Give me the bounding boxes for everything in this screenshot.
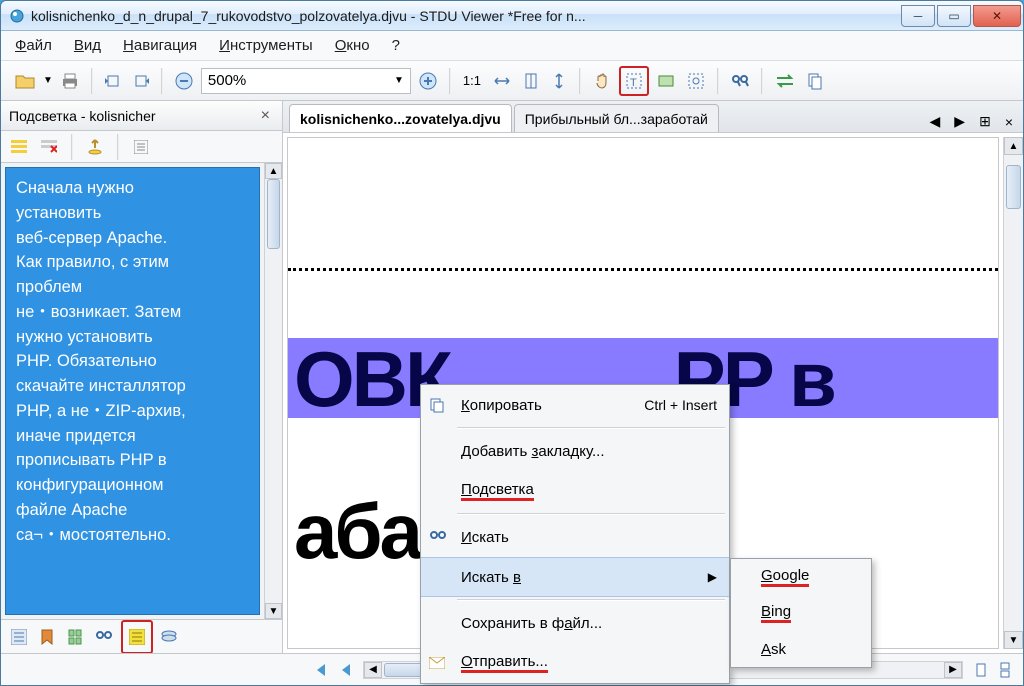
highlight-export-button[interactable] <box>83 134 107 160</box>
context-search-in[interactable]: Искать в ▶ <box>421 557 729 597</box>
sidebar-scrollbar[interactable]: ▲ ▼ <box>264 163 282 619</box>
highlight-delete-button[interactable] <box>37 134 61 160</box>
scroll-left-icon[interactable]: ◀ <box>364 662 382 678</box>
open-dropdown-icon[interactable]: ▼ <box>43 75 53 86</box>
scroll-right-icon[interactable]: ▶ <box>944 662 962 678</box>
main-toolbar: ▼ 500% ▼ 1:1 T <box>1 61 1023 101</box>
fit-page-button[interactable] <box>519 68 543 94</box>
copy-shortcut: Ctrl + Insert <box>644 397 717 413</box>
submenu-google[interactable]: Google <box>731 559 871 595</box>
select-region-tool-button[interactable] <box>653 68 679 94</box>
select-text-tool-button[interactable]: T <box>621 68 647 94</box>
submenu-ask[interactable]: Ask <box>731 631 871 667</box>
thumbnails-tab-button[interactable] <box>63 624 87 650</box>
tab-close-button[interactable]: × <box>1001 112 1017 132</box>
continuous-view-button[interactable] <box>993 657 1017 683</box>
tab-prev-button[interactable]: ◀ <box>926 111 945 132</box>
contents-tab-button[interactable] <box>7 624 31 650</box>
sync-button[interactable] <box>771 68 799 94</box>
rotate-left-button[interactable] <box>101 68 125 94</box>
rotate-right-button[interactable] <box>129 68 153 94</box>
window-title: kolisnichenko_d_n_drupal_7_rukovodstvo_p… <box>31 8 899 24</box>
zoom-in-button[interactable] <box>415 68 441 94</box>
tab-next-button[interactable]: ▶ <box>950 111 969 132</box>
snapshot-tool-button[interactable] <box>683 68 709 94</box>
menu-help[interactable]: ? <box>392 37 400 54</box>
context-add-bookmark[interactable]: Добавить закладку... <box>421 431 729 471</box>
sidebar-tab: Подсветка - kolisnicher × <box>1 101 282 131</box>
zoom-out-button[interactable] <box>171 68 197 94</box>
highlight-text-content[interactable]: Сначала нужно установить веб-сервер Apac… <box>5 167 260 615</box>
doc-tab-active[interactable]: kolisnichenko...zovatelya.djvu <box>289 104 512 132</box>
fit-width-button[interactable] <box>489 68 515 94</box>
page-vertical-scrollbar[interactable]: ▲ ▼ <box>1003 137 1023 649</box>
print-button[interactable] <box>57 68 83 94</box>
app-icon <box>9 8 25 24</box>
doc-tab-second[interactable]: Прибыльный бл...заработай <box>514 104 719 132</box>
sidebar-tab-title: Подсветка - kolisnicher <box>9 108 257 124</box>
sidebar-close-button[interactable]: × <box>257 107 274 125</box>
single-page-view-button[interactable] <box>969 657 993 683</box>
open-button[interactable] <box>11 68 39 94</box>
context-send[interactable]: Отправить... <box>421 643 729 683</box>
maximize-button[interactable]: ▭ <box>937 5 971 27</box>
sidebar: Подсветка - kolisnicher × Сначала нужно … <box>1 101 283 653</box>
page-divider <box>288 268 998 271</box>
context-search[interactable]: Искать <box>421 517 729 557</box>
envelope-icon <box>429 657 449 669</box>
prev-page-button[interactable] <box>333 657 357 683</box>
copy-icon <box>429 397 449 413</box>
scroll-down-icon[interactable]: ▼ <box>265 603 282 619</box>
find-button[interactable] <box>727 68 753 94</box>
zoom-value: 500% <box>208 72 246 89</box>
scroll-up-icon[interactable]: ▲ <box>265 163 282 179</box>
svg-text:T: T <box>630 77 637 89</box>
window-titlebar: kolisnichenko_d_n_drupal_7_rukovodstvo_p… <box>1 1 1023 31</box>
tab-grid-button[interactable]: ⊞ <box>975 111 995 132</box>
sidebar-tools <box>1 131 282 163</box>
document-tabs: kolisnichenko...zovatelya.djvu Прибыльны… <box>283 101 1023 133</box>
menu-file[interactable]: Файл <box>15 37 52 54</box>
highlight-tab-button[interactable] <box>125 624 149 650</box>
highlight-options-button[interactable] <box>129 134 153 160</box>
context-menu: Копировать Ctrl + Insert Добавить заклад… <box>420 384 730 684</box>
close-button[interactable]: ✕ <box>973 5 1021 27</box>
sidebar-view-tabs <box>1 619 282 653</box>
zoom-dropdown-icon[interactable]: ▼ <box>394 75 404 86</box>
submenu-arrow-icon: ▶ <box>708 570 717 584</box>
layers-tab-button[interactable] <box>157 624 181 650</box>
fit-height-button[interactable] <box>547 68 571 94</box>
highlight-list-button[interactable] <box>7 134 31 160</box>
binoculars-icon <box>429 530 449 544</box>
menu-window[interactable]: Окно <box>335 37 370 54</box>
scroll-down-icon[interactable]: ▼ <box>1004 631 1023 649</box>
menu-tools[interactable]: Инструменты <box>219 37 313 54</box>
minimize-button[interactable]: ─ <box>901 5 935 27</box>
scroll-up-icon[interactable]: ▲ <box>1004 137 1023 155</box>
scroll-thumb[interactable] <box>267 179 280 249</box>
search-tab-button[interactable] <box>91 624 117 650</box>
fit-actual-button[interactable]: 1:1 <box>459 68 485 94</box>
scroll-thumb[interactable] <box>1006 165 1021 209</box>
menu-navigation[interactable]: Навигация <box>123 37 197 54</box>
context-save-to-file[interactable]: Сохранить в файл... <box>421 603 729 643</box>
submenu-bing[interactable]: Bing <box>731 595 871 631</box>
search-in-submenu: Google Bing Ask <box>730 558 872 668</box>
menubar: Файл Вид Навигация Инструменты Окно ? <box>1 31 1023 61</box>
hand-tool-button[interactable] <box>589 68 615 94</box>
copy-button[interactable] <box>803 68 827 94</box>
bookmarks-tab-button[interactable] <box>35 624 59 650</box>
context-highlight[interactable]: Подсветка <box>421 471 729 511</box>
context-copy[interactable]: Копировать Ctrl + Insert <box>421 385 729 425</box>
first-page-button[interactable] <box>307 657 331 683</box>
zoom-level-input[interactable]: 500% ▼ <box>201 68 411 94</box>
menu-view[interactable]: Вид <box>74 37 101 54</box>
